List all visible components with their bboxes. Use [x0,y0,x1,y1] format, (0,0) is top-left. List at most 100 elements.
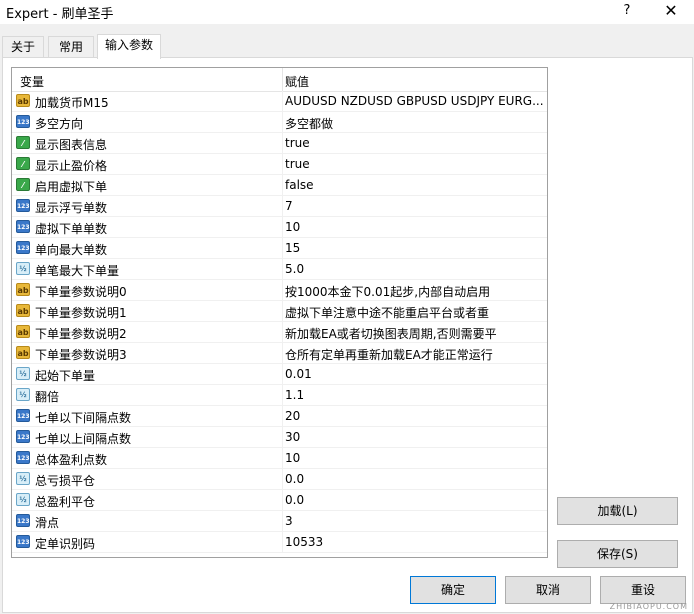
cell-divider [282,511,283,532]
tab-input-params[interactable]: 输入参数 [97,34,161,59]
parameter-name: 起始下单量 [35,369,96,383]
table-row[interactable]: ½ 总亏损平仓 0.0 [12,469,547,490]
parameters-grid[interactable]: 变量 赋值 ab 加载货币M15 AUDUSD NZDUSD GBPUSD USDJ… [11,67,548,558]
parameter-value[interactable]: 虚拟下单注意中途不能重启平台或者重 [285,304,543,321]
table-row[interactable]: 123 显示浮亏单数 7 [12,196,547,217]
close-button[interactable]: ✕ [660,1,682,21]
watermark: ZHIBIAOPU.COM [609,602,688,611]
parameter-value[interactable]: 按1000本金下0.01起步,内部自动启用 [285,283,543,300]
cell-divider [282,133,283,154]
integer-type-icon: 123 [16,220,30,233]
integer-type-icon: 123 [16,430,30,443]
parameter-value[interactable]: 10533 [285,535,543,549]
table-row[interactable]: 123 七单以下间隔点数 20 [12,406,547,427]
table-row[interactable]: ab 加载货币M15 AUDUSD NZDUSD GBPUSD USDJPY EUR… [12,91,547,112]
cell-divider [282,322,283,343]
table-row[interactable]: ab 下单量参数说明0 按1000本金下0.01起步,内部自动启用 [12,280,547,301]
parameter-value[interactable]: true [285,136,543,150]
parameter-name: 虚拟下单单数 [35,222,108,236]
table-row[interactable]: ab 下单量参数说明1 虚拟下单注意中途不能重启平台或者重 [12,301,547,322]
column-header-value[interactable]: 赋值 [285,73,309,90]
table-row[interactable]: ab 下单量参数说明3 仓所有定单再重新加载EA才能正常运行 [12,343,547,364]
column-divider[interactable] [282,68,283,91]
parameter-value[interactable]: AUDUSD NZDUSD GBPUSD USDJPY EURG... [285,94,543,108]
table-row[interactable]: ⁄ 显示图表信息 true [12,133,547,154]
parameter-name: 翻倍 [35,390,60,404]
parameter-value[interactable]: 10 [285,220,543,234]
table-row[interactable]: 123 单向最大单数 15 [12,238,547,259]
parameter-value[interactable]: 10 [285,451,543,465]
table-row[interactable]: ½ 总盈利平仓 0.0 [12,490,547,511]
parameter-value[interactable]: 多空都做 [285,115,543,132]
cell-divider [282,343,283,364]
cell-divider [282,175,283,196]
table-row[interactable]: ½ 翻倍 1.1 [12,385,547,406]
integer-type-icon: 123 [16,514,30,527]
parameter-name: 定单识别码 [35,537,96,551]
string-type-icon: ab [16,304,30,317]
tab-about[interactable]: 关于 [2,36,44,57]
parameter-value[interactable]: 3 [285,514,543,528]
parameter-name: 显示止盈价格 [35,159,108,173]
boolean-type-icon: ⁄ [16,178,30,191]
table-row[interactable]: ½ 单笔最大下单量 5.0 [12,259,547,280]
cell-divider [282,427,283,448]
parameter-name: 启用虚拟下单 [35,180,108,194]
double-type-icon: ½ [16,493,30,506]
save-button[interactable]: 保存(S) [557,540,678,568]
parameter-value[interactable]: true [285,157,543,171]
table-row[interactable]: ⁄ 显示止盈价格 true [12,154,547,175]
cell-divider [282,196,283,217]
string-type-icon: ab [16,346,30,359]
table-row[interactable]: 123 滑点 3 [12,511,547,532]
parameter-name: 下单量参数说明1 [35,306,127,320]
table-row[interactable]: 123 总体盈利点数 10 [12,448,547,469]
parameter-value[interactable]: 7 [285,199,543,213]
table-row[interactable]: ½ 起始下单量 0.01 [12,364,547,385]
parameter-value[interactable]: 30 [285,430,543,444]
window-title: Expert - 刷单圣手 [6,7,114,22]
parameter-name: 单向最大单数 [35,243,108,257]
help-button[interactable]: ? [618,2,636,20]
parameter-value[interactable]: 15 [285,241,543,255]
cell-divider [282,406,283,427]
parameter-value[interactable]: 0.0 [285,472,543,486]
boolean-type-icon: ⁄ [16,157,30,170]
parameter-value[interactable]: 20 [285,409,543,423]
parameter-value[interactable]: 仓所有定单再重新加载EA才能正常运行 [285,346,543,363]
ok-button[interactable]: 确定 [410,576,496,604]
tab-common[interactable]: 常用 [48,36,94,57]
double-type-icon: ½ [16,472,30,485]
double-type-icon: ½ [16,262,30,275]
parameter-value[interactable]: 0.0 [285,493,543,507]
cell-divider [282,301,283,322]
parameter-name: 显示图表信息 [35,138,108,152]
parameter-value[interactable]: false [285,178,543,192]
table-row[interactable]: 123 定单识别码 10533 [12,532,547,553]
double-type-icon: ½ [16,367,30,380]
cell-divider [282,259,283,280]
parameter-name: 总体盈利点数 [35,453,108,467]
parameter-value[interactable]: 0.01 [285,367,543,381]
table-row[interactable]: 123 虚拟下单单数 10 [12,217,547,238]
parameter-name: 下单量参数说明3 [35,348,127,362]
cell-divider [282,280,283,301]
parameter-value[interactable]: 1.1 [285,388,543,402]
load-button[interactable]: 加载(L) [557,497,678,525]
string-type-icon: ab [16,283,30,296]
cell-divider [282,448,283,469]
parameter-name: 下单量参数说明2 [35,327,127,341]
table-row[interactable]: 123 多空方向 多空都做 [12,112,547,133]
table-row[interactable]: ⁄ 启用虚拟下单 false [12,175,547,196]
parameter-name: 单笔最大下单量 [35,264,120,278]
table-row[interactable]: 123 七单以上间隔点数 30 [12,427,547,448]
parameter-name: 显示浮亏单数 [35,201,108,215]
cancel-button[interactable]: 取消 [505,576,591,604]
column-header-variable[interactable]: 变量 [20,73,44,90]
parameter-name: 总亏损平仓 [35,474,96,488]
integer-type-icon: 123 [16,115,30,128]
parameter-value[interactable]: 5.0 [285,262,543,276]
parameter-value[interactable]: 新加载EA或者切换图表周期,否则需要平 [285,325,543,342]
reset-button[interactable]: 重设 [600,576,686,604]
table-row[interactable]: ab 下单量参数说明2 新加载EA或者切换图表周期,否则需要平 [12,322,547,343]
